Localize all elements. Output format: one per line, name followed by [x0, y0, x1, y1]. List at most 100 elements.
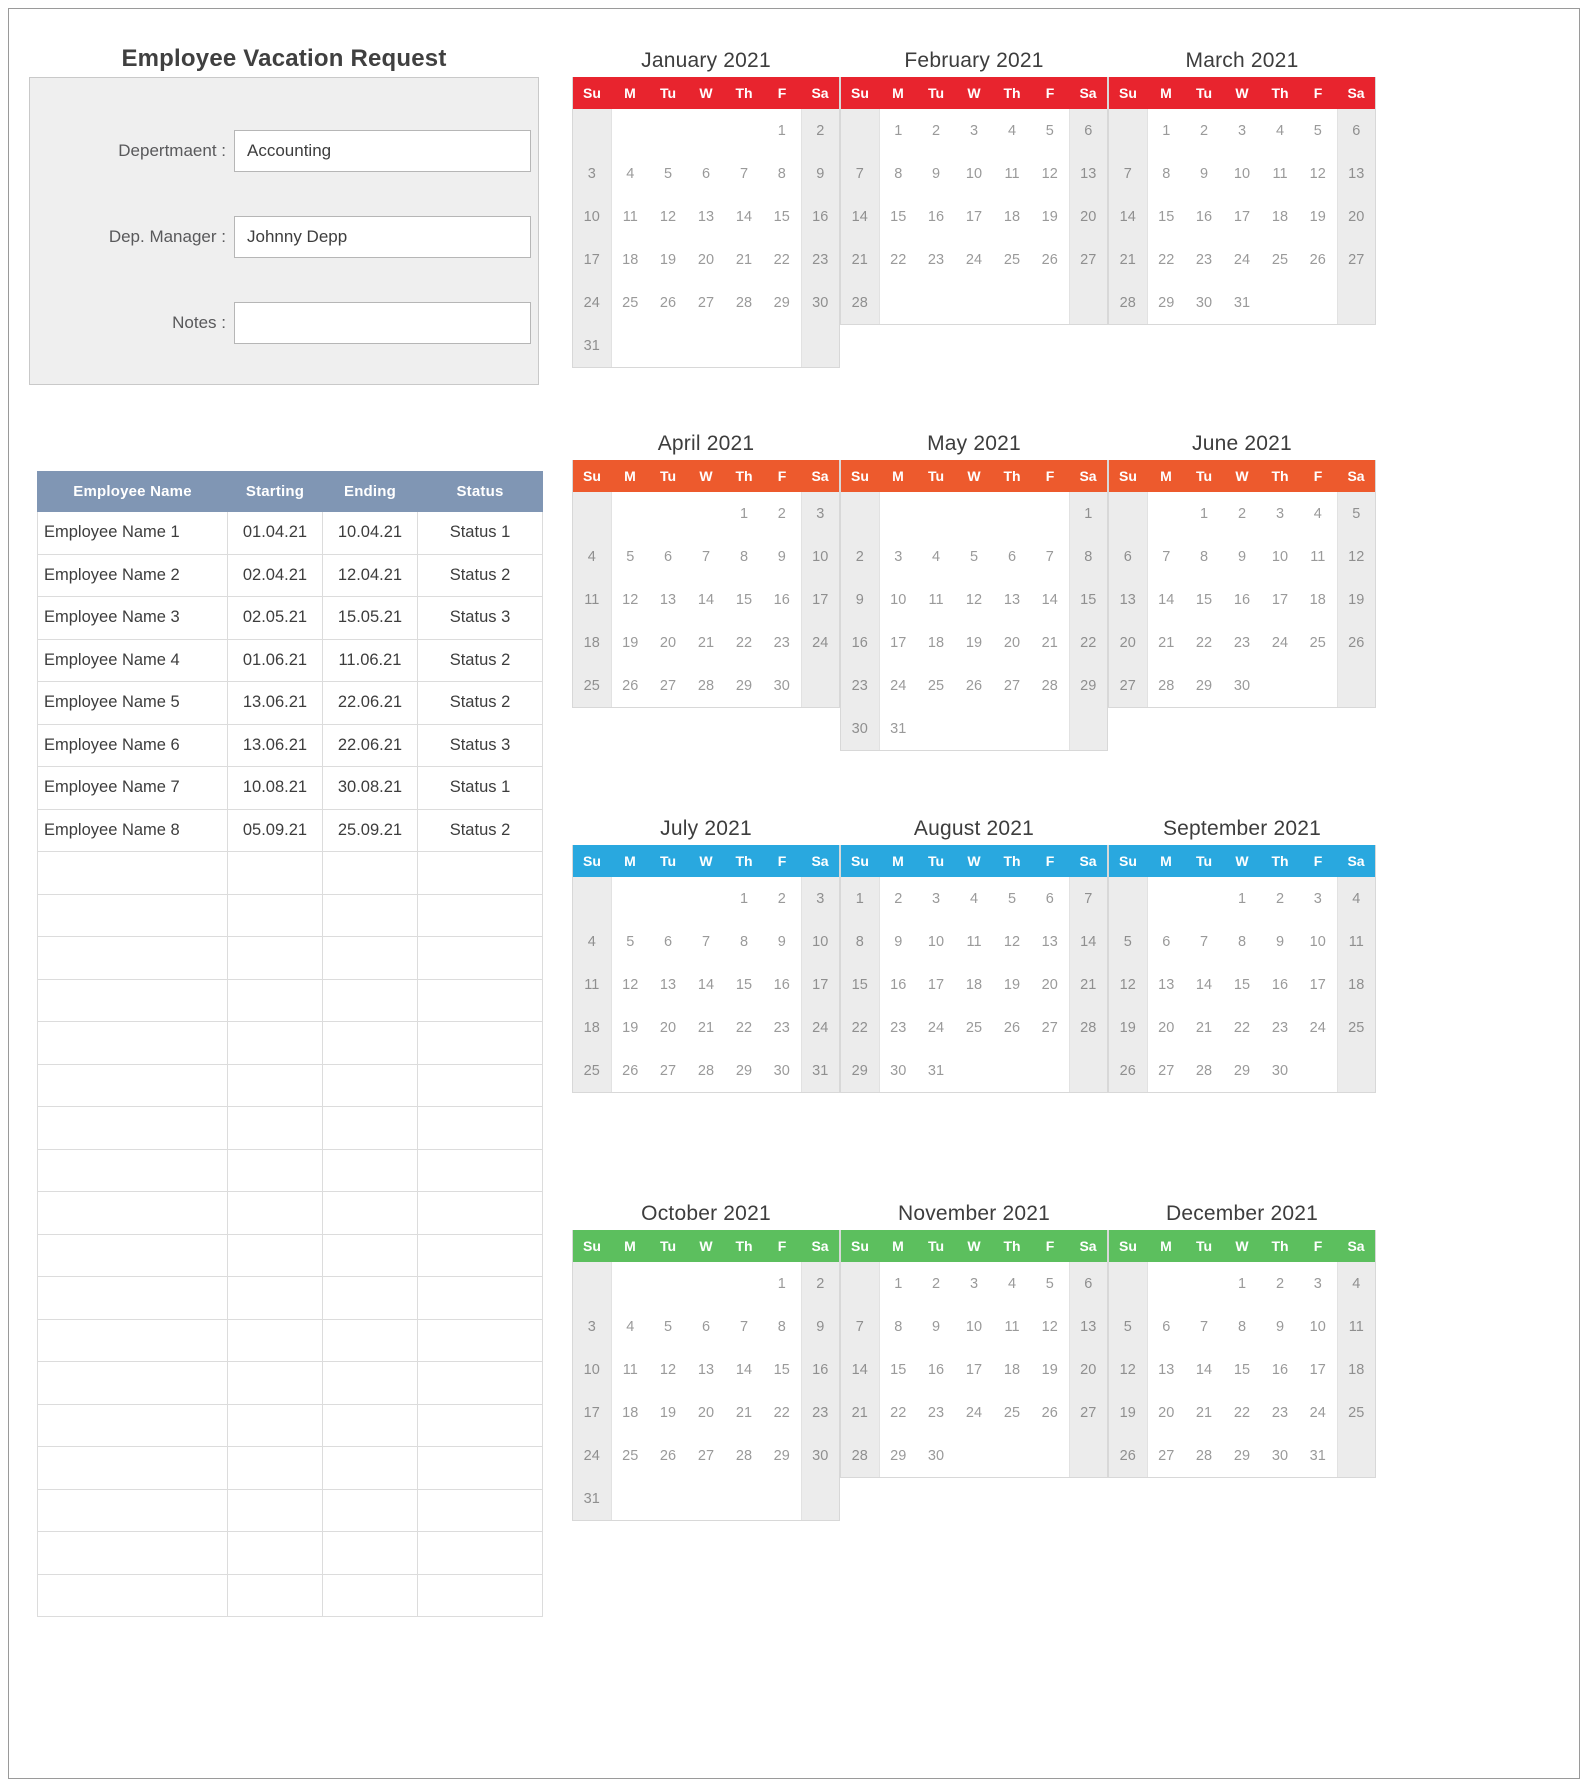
calendar-day-cell[interactable]: 12	[1031, 1305, 1069, 1348]
calendar-day-cell[interactable]: 13	[1147, 963, 1185, 1006]
calendar-day-cell[interactable]: 1	[1068, 492, 1107, 535]
calendar-day-cell[interactable]: 25	[993, 238, 1031, 281]
calendar-day-cell[interactable]: 31	[879, 707, 917, 750]
calendar-day-cell[interactable]: 7	[1031, 535, 1069, 578]
calendar-day-cell[interactable]: 21	[1147, 621, 1185, 664]
calendar-day-cell[interactable]: 5	[1031, 109, 1069, 152]
calendar-day-cell[interactable]: 25	[1336, 1391, 1375, 1434]
calendar-day-cell[interactable]: 30	[841, 707, 880, 750]
calendar-day-cell[interactable]: 16	[917, 195, 955, 238]
calendar-day-cell[interactable]: 14	[1185, 963, 1223, 1006]
calendar-day-cell[interactable]: 14	[687, 578, 725, 621]
table-row-empty[interactable]	[37, 1276, 543, 1320]
calendar-day-cell[interactable]: 27	[649, 664, 687, 707]
calendar-day-cell[interactable]: 29	[1223, 1049, 1261, 1092]
calendar-day-cell[interactable]: 3	[917, 877, 955, 920]
column-header-starting[interactable]: Starting	[227, 471, 323, 512]
table-row-empty[interactable]	[37, 1021, 543, 1065]
calendar-day-cell[interactable]: 1	[763, 109, 801, 152]
calendar-day-cell[interactable]: 17	[917, 963, 955, 1006]
calendar-day-cell[interactable]: 19	[955, 621, 993, 664]
table-row[interactable]: Employee Name 6 13.06.21 22.06.21 Status 3	[37, 723, 543, 767]
calendar-day-cell[interactable]: 16	[763, 578, 801, 621]
calendar-day-cell[interactable]: 30	[763, 1049, 801, 1092]
calendar-day-cell[interactable]: 25	[1261, 238, 1299, 281]
calendar-day-cell[interactable]: 9	[763, 535, 801, 578]
calendar-day-cell[interactable]: 26	[1031, 238, 1069, 281]
calendar-day-cell[interactable]: 31	[917, 1049, 955, 1092]
table-row[interactable]: Employee Name 8 05.09.21 25.09.21 Status 2	[37, 808, 543, 852]
calendar-day-cell[interactable]: 12	[649, 1348, 687, 1391]
calendar-day-cell[interactable]: 6	[649, 535, 687, 578]
calendar-day-cell[interactable]: 23	[763, 621, 801, 664]
calendar-day-cell[interactable]: 22	[879, 238, 917, 281]
calendar-day-cell[interactable]: 21	[1185, 1391, 1223, 1434]
calendar-day-cell[interactable]: 29	[725, 1049, 763, 1092]
calendar-day-cell[interactable]: 1	[1147, 109, 1185, 152]
calendar-day-cell[interactable]: 25	[1336, 1006, 1375, 1049]
calendar-day-cell[interactable]: 29	[763, 1434, 801, 1477]
calendar-day-cell[interactable]: 3	[879, 535, 917, 578]
calendar-day-cell[interactable]: 2	[1261, 1262, 1299, 1305]
table-row-empty[interactable]	[37, 1318, 543, 1362]
calendar-day-cell[interactable]: 6	[993, 535, 1031, 578]
calendar-day-cell[interactable]: 19	[649, 238, 687, 281]
calendar-day-cell[interactable]: 27	[1109, 664, 1148, 707]
notes-field[interactable]	[234, 302, 531, 344]
calendar-day-cell[interactable]: 17	[573, 1391, 612, 1434]
calendar-day-cell[interactable]: 15	[763, 195, 801, 238]
calendar-day-cell[interactable]: 29	[1223, 1434, 1261, 1477]
calendar-day-cell[interactable]: 31	[573, 1477, 612, 1520]
calendar-day-cell[interactable]: 27	[1068, 238, 1107, 281]
calendar-day-cell[interactable]: 28	[1185, 1049, 1223, 1092]
calendar-day-cell[interactable]: 5	[611, 535, 649, 578]
calendar-day-cell[interactable]: 13	[1031, 920, 1069, 963]
calendar-day-cell[interactable]: 3	[1299, 1262, 1337, 1305]
table-row-empty[interactable]	[37, 1361, 543, 1405]
calendar-day-cell[interactable]: 4	[993, 109, 1031, 152]
calendar-day-cell[interactable]: 15	[725, 963, 763, 1006]
calendar-day-cell[interactable]: 10	[955, 152, 993, 195]
calendar-day-cell[interactable]: 21	[1185, 1006, 1223, 1049]
calendar-day-cell[interactable]: 26	[993, 1006, 1031, 1049]
calendar-day-cell[interactable]: 8	[1223, 920, 1261, 963]
table-row[interactable]: Employee Name 7 10.08.21 30.08.21 Status 1	[37, 766, 543, 810]
calendar-day-cell[interactable]: 11	[993, 152, 1031, 195]
calendar-day-cell[interactable]: 20	[687, 1391, 725, 1434]
calendar-day-cell[interactable]: 19	[993, 963, 1031, 1006]
table-row-empty[interactable]	[37, 1106, 543, 1150]
calendar-day-cell[interactable]: 5	[649, 1305, 687, 1348]
calendar-day-cell[interactable]: 19	[611, 1006, 649, 1049]
calendar-day-cell[interactable]: 22	[725, 1006, 763, 1049]
calendar-day-cell[interactable]: 10	[800, 535, 839, 578]
calendar-day-cell[interactable]: 4	[1299, 492, 1337, 535]
calendar-day-cell[interactable]: 9	[800, 152, 839, 195]
calendar-day-cell[interactable]: 21	[1031, 621, 1069, 664]
calendar-day-cell[interactable]: 7	[687, 920, 725, 963]
calendar-day-cell[interactable]: 7	[1147, 535, 1185, 578]
calendar-day-cell[interactable]: 13	[993, 578, 1031, 621]
calendar-day-cell[interactable]: 1	[725, 492, 763, 535]
calendar-day-cell[interactable]: 26	[611, 1049, 649, 1092]
calendar-day-cell[interactable]: 8	[1068, 535, 1107, 578]
calendar-day-cell[interactable]: 8	[1147, 152, 1185, 195]
calendar-day-cell[interactable]: 24	[573, 281, 612, 324]
calendar-day-cell[interactable]: 1	[725, 877, 763, 920]
calendar-day-cell[interactable]: 4	[993, 1262, 1031, 1305]
calendar-day-cell[interactable]: 25	[573, 664, 612, 707]
calendar-day-cell[interactable]: 31	[573, 324, 612, 367]
calendar-day-cell[interactable]: 23	[841, 664, 880, 707]
calendar-day-cell[interactable]: 15	[1147, 195, 1185, 238]
calendar-day-cell[interactable]: 10	[1299, 1305, 1337, 1348]
calendar-day-cell[interactable]: 26	[649, 1434, 687, 1477]
calendar-day-cell[interactable]: 26	[611, 664, 649, 707]
calendar-day-cell[interactable]: 29	[841, 1049, 880, 1092]
calendar-day-cell[interactable]: 2	[917, 109, 955, 152]
calendar-day-cell[interactable]: 10	[1223, 152, 1261, 195]
calendar-day-cell[interactable]: 20	[1336, 195, 1375, 238]
calendar-day-cell[interactable]: 10	[955, 1305, 993, 1348]
table-row-empty[interactable]	[37, 936, 543, 980]
calendar-day-cell[interactable]: 13	[687, 1348, 725, 1391]
calendar-day-cell[interactable]: 18	[611, 1391, 649, 1434]
calendar-day-cell[interactable]: 28	[725, 281, 763, 324]
